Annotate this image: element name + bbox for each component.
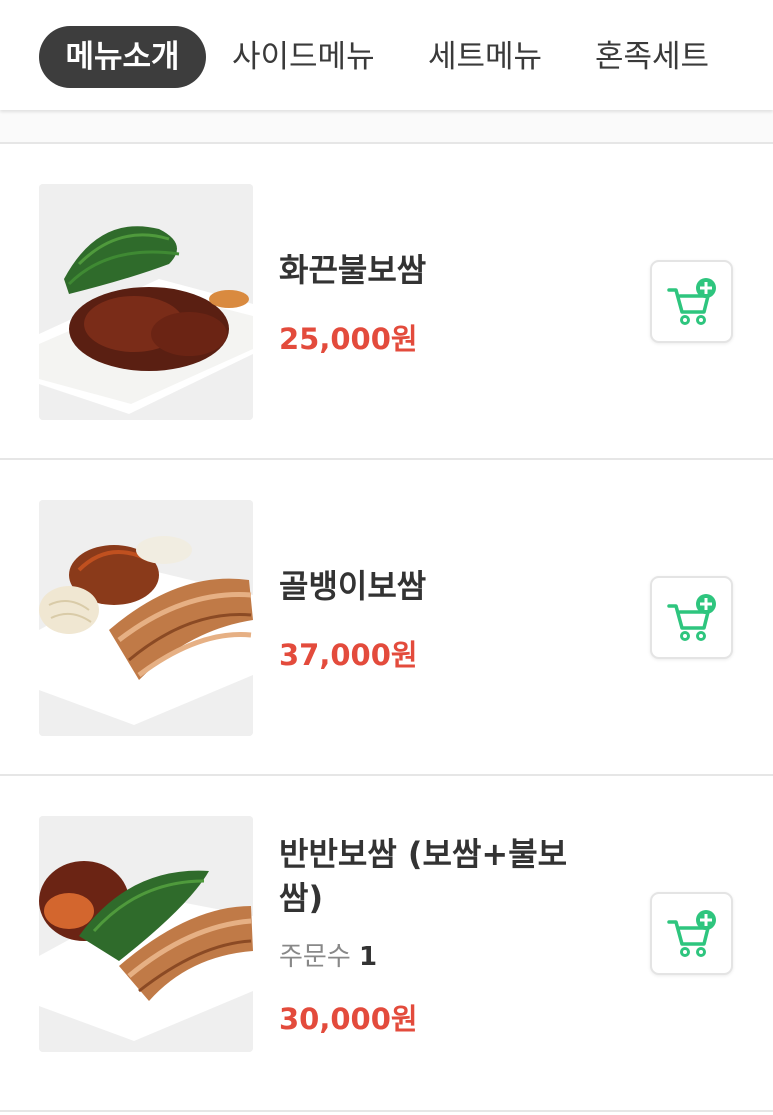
tab-side-menu[interactable]: 사이드메뉴: [232, 26, 375, 88]
menu-item-photo: [39, 184, 253, 420]
menu-item[interactable]: 반반보쌈 (보쌈+불보쌈) 주문수 1 30,000원: [0, 776, 773, 1112]
tab-set-menu[interactable]: 세트메뉴: [428, 26, 542, 88]
order-count-value: 1: [359, 942, 378, 972]
menu-item-name: 반반보쌈 (보쌈+불보쌈): [279, 835, 568, 917]
menu-item-photo: [39, 500, 253, 736]
menu-item-price: 30,000원: [279, 1002, 418, 1036]
add-to-cart-button[interactable]: [650, 892, 733, 975]
menu-item-price: 37,000원: [279, 638, 418, 672]
tab-menu-intro[interactable]: 메뉴소개: [39, 26, 206, 88]
category-tab-bar: 메뉴소개 사이드메뉴 세트메뉴 혼족세트: [0, 0, 773, 110]
menu-item-name: 골뱅이보쌈: [279, 567, 427, 605]
tab-solo-set[interactable]: 혼족세트: [595, 26, 709, 88]
order-count: 주문수 1: [279, 936, 377, 973]
cart-add-icon: [667, 910, 716, 957]
menu-item[interactable]: 골뱅이보쌈 37,000원: [0, 460, 773, 776]
add-to-cart-button[interactable]: [650, 576, 733, 659]
menu-item-photo: [39, 816, 253, 1052]
menu-item-name: 화끈불보쌈: [279, 251, 427, 289]
add-to-cart-button[interactable]: [650, 260, 733, 343]
menu-item[interactable]: 화끈불보쌈 25,000원: [0, 144, 773, 460]
cart-add-icon: [667, 594, 716, 641]
menu-item-price: 25,000원: [279, 322, 418, 356]
section-divider: [0, 110, 773, 144]
order-count-label: 주문수: [279, 942, 351, 972]
cart-add-icon: [667, 278, 716, 325]
